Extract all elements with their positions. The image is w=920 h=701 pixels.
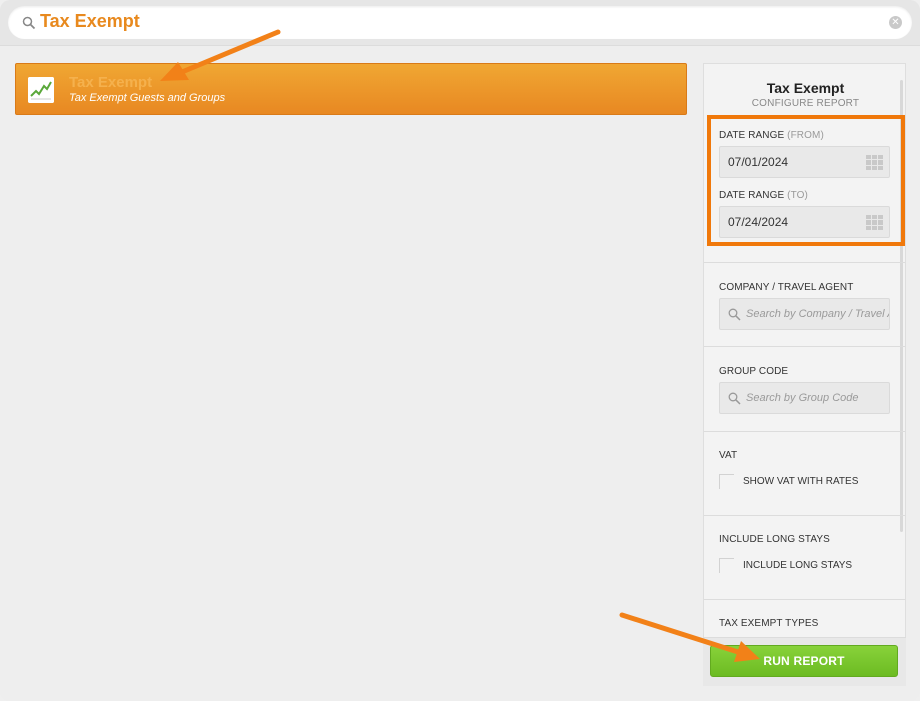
vat-checkbox[interactable]: [719, 474, 734, 489]
search-icon: [22, 16, 36, 30]
report-title: Tax Exempt: [69, 74, 153, 91]
tax-exempt-types-label: TAX EXEMPT TYPES: [719, 618, 819, 629]
search-icon: [728, 308, 741, 321]
search-bar[interactable]: Tax Exempt ✕: [8, 6, 912, 39]
line-chart-icon: [28, 77, 54, 103]
clear-icon[interactable]: ✕: [889, 16, 902, 29]
panel-subtitle: CONFIGURE REPORT: [751, 98, 860, 109]
group-code-search-field[interactable]: Search by Group Code: [719, 382, 890, 414]
app-window: Tax Exempt ✕ Tax Exempt Tax Exempt Guest…: [0, 0, 920, 701]
search-icon: [728, 392, 741, 405]
report-list-item[interactable]: Tax Exempt Tax Exempt Guests and Groups: [15, 63, 687, 115]
vat-label: VAT: [719, 450, 738, 461]
company-search-placeholder: Search by Company / Travel Agent: [746, 308, 889, 320]
run-report-button[interactable]: RUN REPORT: [710, 645, 898, 677]
divider: [704, 346, 905, 347]
group-code-label: GROUP CODE: [719, 366, 789, 377]
long-stays-checkbox[interactable]: [719, 558, 734, 573]
company-label: COMPANY / TRAVEL AGENT: [719, 282, 854, 293]
long-stays-label: INCLUDE LONG STAYS: [719, 534, 830, 545]
divider: [704, 262, 905, 263]
long-stays-checkbox-label: INCLUDE LONG STAYS: [743, 560, 853, 571]
search-header: Tax Exempt ✕: [0, 0, 920, 46]
panel-title: Tax Exempt: [766, 80, 845, 96]
group-code-search-placeholder: Search by Group Code: [746, 392, 859, 404]
divider: [704, 599, 905, 600]
divider: [704, 431, 905, 432]
vat-checkbox-label: SHOW VAT WITH RATES: [743, 476, 859, 487]
search-input[interactable]: Tax Exempt: [40, 11, 140, 32]
date-range-highlight: [707, 115, 905, 246]
divider: [704, 515, 905, 516]
company-search-field[interactable]: Search by Company / Travel Agent: [719, 298, 890, 330]
report-subtitle: Tax Exempt Guests and Groups: [69, 92, 226, 104]
